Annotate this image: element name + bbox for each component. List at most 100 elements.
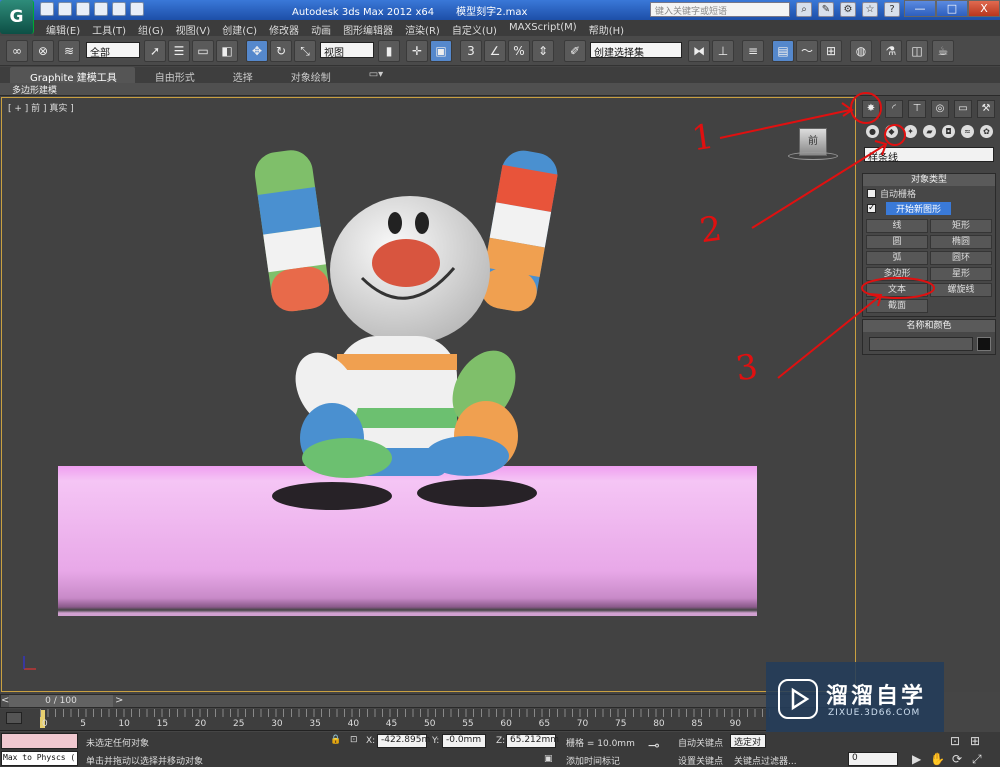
set-key-button[interactable]: 设置关键点 (678, 754, 723, 767)
menu-tools[interactable]: 工具(T) (86, 20, 132, 37)
schematic-view-icon[interactable]: ⊞ (820, 40, 842, 62)
front-viewport[interactable]: [ + ] 前 ] 真实 ] 前 (1, 97, 856, 692)
z-coordinate-field[interactable]: 65.212mm (506, 734, 559, 748)
circle-button[interactable]: 圆 (866, 235, 928, 249)
undo-icon[interactable] (94, 2, 108, 16)
helix-button[interactable]: 螺旋线 (930, 283, 992, 297)
render-production-icon[interactable]: ☕ (932, 40, 954, 62)
open-file-icon[interactable] (58, 2, 72, 16)
space-warps-category-icon[interactable]: ≈ (961, 125, 974, 138)
name-and-color-header[interactable]: 名称和颜色 (863, 320, 995, 332)
auto-key-button[interactable]: 自动关键点 (678, 736, 723, 749)
window-crossing-icon[interactable]: ◧ (216, 40, 238, 62)
snaps-toggle-icon[interactable]: 3 (460, 40, 482, 62)
orbit-icon[interactable]: ⟳ (952, 752, 962, 766)
tab-freeform[interactable]: 自由形式 (135, 67, 213, 84)
viewcube-ring[interactable] (788, 152, 838, 160)
maxscript-output[interactable]: Max to Physcs ( (1, 751, 78, 766)
unlink-icon[interactable]: ⊗ (32, 40, 54, 62)
rectangular-selection-icon[interactable]: ▭ (192, 40, 214, 62)
favorites-star-icon[interactable]: ☆ (862, 2, 878, 17)
align-icon[interactable]: ⊥ (712, 40, 734, 62)
bind-space-warp-icon[interactable]: ≋ (58, 40, 80, 62)
motion-tab-icon[interactable]: ◎ (931, 100, 949, 118)
arc-button[interactable]: 弧 (866, 251, 928, 265)
link-icon[interactable]: ∞ (6, 40, 28, 62)
systems-category-icon[interactable]: ✿ (980, 125, 993, 138)
star-button[interactable]: 星形 (930, 267, 992, 281)
hierarchy-tab-icon[interactable]: ⊤ (908, 100, 926, 118)
binoculars-icon[interactable]: ⌕ (796, 2, 812, 17)
lights-category-icon[interactable]: ✦ (904, 125, 917, 138)
minimize-button[interactable]: — (904, 0, 936, 17)
save-file-icon[interactable] (76, 2, 90, 16)
material-editor-icon[interactable]: ◍ (850, 40, 872, 62)
maxscript-listener-input[interactable] (1, 733, 78, 749)
maximize-button[interactable]: □ (936, 0, 968, 17)
tools-icon[interactable]: ✎ (818, 2, 834, 17)
select-and-scale-icon[interactable]: ⤡ (294, 40, 316, 62)
key-filters-button[interactable]: 关键点过滤器... (734, 754, 797, 767)
modify-tab-icon[interactable]: ◜ (885, 100, 903, 118)
menu-animation[interactable]: 动画 (305, 20, 337, 37)
x-coordinate-field[interactable]: -422.895m (377, 734, 430, 748)
rendered-frame-window-icon[interactable]: ◫ (906, 40, 928, 62)
object-type-header[interactable]: 对象类型 (863, 174, 995, 186)
menu-group[interactable]: 组(G) (132, 20, 170, 37)
absolute-mode-icon[interactable]: ⊡ (350, 735, 358, 745)
autogrid-checkbox[interactable] (867, 189, 876, 198)
track-bar[interactable]: 0 5 10 15 20 25 30 35 40 45 50 55 60 65 70 75 80 85 90 (0, 709, 770, 731)
key-mode-dropdown[interactable]: 选定对象 (730, 734, 766, 748)
keyboard-shortcut-override-icon[interactable]: ▣ (430, 40, 452, 62)
percent-snap-icon[interactable]: % (508, 40, 530, 62)
menu-create[interactable]: 创建(C) (216, 20, 263, 37)
menu-help[interactable]: 帮助(H) (583, 20, 630, 37)
utilities-tab-icon[interactable]: ⚒ (977, 100, 995, 118)
menu-graph-editors[interactable]: 图形编辑器 (337, 20, 399, 37)
tab-graphite-modeling[interactable]: Graphite 建模工具 (10, 67, 135, 84)
menu-views[interactable]: 视图(V) (170, 20, 217, 37)
tab-selection[interactable]: 选择 (213, 67, 271, 84)
menu-modifiers[interactable]: 修改器 (263, 20, 305, 37)
lock-icon[interactable]: 🔒 (330, 735, 341, 745)
select-by-name-icon[interactable]: ☰ (168, 40, 190, 62)
maximize-viewport-icon[interactable]: ⤢ (972, 752, 982, 767)
helpers-category-icon[interactable]: ◘ (942, 125, 955, 138)
time-slider-thumb[interactable]: 0 / 100 (9, 695, 113, 707)
slider-next-icon[interactable]: > (115, 695, 123, 706)
polygon-modeling-label[interactable]: 多边形建模 (12, 86, 57, 96)
current-frame-field[interactable]: 0 (848, 752, 898, 766)
ngon-button[interactable]: 多边形 (866, 267, 928, 281)
close-button[interactable]: X (968, 0, 1000, 17)
object-color-swatch[interactable] (977, 337, 991, 351)
cameras-category-icon[interactable]: ▰ (923, 125, 936, 138)
pan-view-icon[interactable]: ✋ (930, 752, 945, 766)
mini-curve-editor-icon[interactable] (6, 712, 22, 724)
shapes-category-icon[interactable]: ◆ (885, 125, 898, 138)
select-manipulate-icon[interactable]: ✛ (406, 40, 428, 62)
text-button[interactable]: 文本 (866, 283, 928, 297)
search-input[interactable]: 键入关键字或短语 (650, 2, 790, 17)
line-button[interactable]: 线 (866, 219, 928, 233)
angle-snap-icon[interactable]: ∠ (484, 40, 506, 62)
select-and-move-icon[interactable]: ✥ (246, 40, 268, 62)
ellipse-button[interactable]: 椭圆 (930, 235, 992, 249)
edit-named-selection-icon[interactable]: ✐ (564, 40, 586, 62)
zoom-extents-icon[interactable]: ⊡ (950, 734, 960, 748)
add-time-tag-icon[interactable]: ▣ (544, 754, 553, 764)
start-new-shape-checkbox[interactable]: ✓ (867, 204, 876, 213)
zoom-all-icon[interactable]: ⊞ (970, 734, 980, 748)
named-selection-sets-dropdown[interactable]: 创建选择集 (590, 42, 682, 59)
select-object-icon[interactable]: ➚ (144, 40, 166, 62)
shape-category-dropdown[interactable]: 样条线 (864, 147, 994, 164)
display-tab-icon[interactable]: ▭ (954, 100, 972, 118)
pivot-center-icon[interactable]: ▮ (378, 40, 400, 62)
viewport-label[interactable]: [ + ] 前 ] 真实 ] (8, 101, 74, 114)
object-name-input[interactable] (869, 337, 973, 351)
menu-edit[interactable]: 编辑(E) (40, 20, 86, 37)
redo-icon[interactable] (112, 2, 126, 16)
menu-rendering[interactable]: 渲染(R) (399, 20, 446, 37)
curve-editor-icon[interactable]: 〜 (796, 40, 818, 62)
start-new-shape-label[interactable]: 开始新图形 (886, 202, 952, 215)
tab-object-paint[interactable]: 对象绘制 (271, 67, 349, 84)
